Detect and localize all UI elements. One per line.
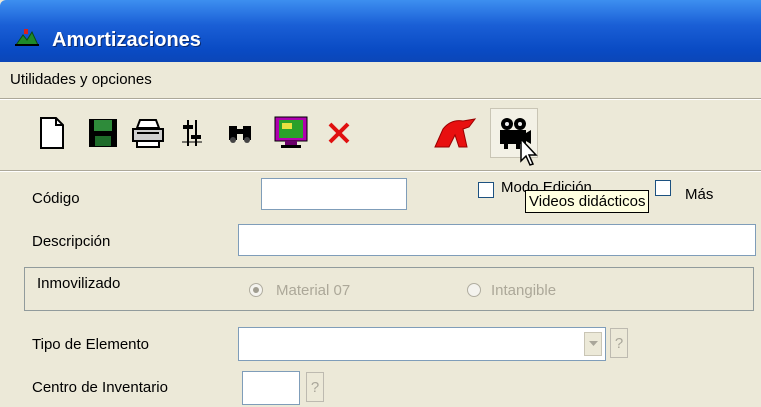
chevron-down-icon xyxy=(588,341,598,346)
codigo-input[interactable] xyxy=(261,178,407,210)
menu-bar: Utilidades y opciones xyxy=(0,62,761,98)
mas-label: Más xyxy=(685,186,714,203)
intangible-radio[interactable] xyxy=(467,283,481,297)
save-icon xyxy=(89,119,117,147)
menu-utilidades[interactable]: Utilidades y opciones xyxy=(10,71,152,88)
mouse-cursor-icon xyxy=(520,138,538,166)
combo-dropdown-button[interactable] xyxy=(584,332,602,356)
title-bar[interactable]: Amortizaciones xyxy=(0,0,761,62)
centro-inventario-help-button[interactable]: ? xyxy=(306,372,324,402)
tipo-elemento-label: Tipo de Elemento xyxy=(32,336,150,353)
videos-tooltip: Videos didácticos xyxy=(525,190,650,213)
inmovilizado-group: Inmovilizado Material 07 Intangible xyxy=(24,267,754,311)
delete-button[interactable] xyxy=(315,108,363,158)
codigo-label: Código xyxy=(32,190,80,207)
save-button[interactable] xyxy=(79,108,127,158)
monitor-preview-icon xyxy=(274,116,308,148)
print-icon xyxy=(132,119,164,148)
tipo-elemento-help-button[interactable]: ? xyxy=(610,328,628,358)
descripcion-label: Descripción xyxy=(32,233,111,250)
descripcion-input[interactable] xyxy=(238,224,756,256)
print-button[interactable] xyxy=(124,108,172,158)
inmovilizado-label: Inmovilizado xyxy=(37,275,121,292)
toolbar xyxy=(0,100,761,170)
centro-inventario-label: Centro de Inventario xyxy=(32,379,168,396)
app-icon xyxy=(15,29,39,46)
search-button[interactable] xyxy=(216,108,264,158)
window-title: Amortizaciones xyxy=(52,29,201,51)
material-radio[interactable] xyxy=(249,283,263,297)
mas-checkbox[interactable] xyxy=(655,180,671,196)
settings-button[interactable] xyxy=(168,108,216,158)
delete-x-icon xyxy=(328,122,350,144)
new-document-icon xyxy=(40,117,64,149)
binoculars-search-icon xyxy=(229,126,251,143)
preview-button[interactable] xyxy=(267,108,315,158)
material-label: Material 07 xyxy=(276,282,351,299)
intangible-label: Intangible xyxy=(491,282,557,299)
new-button[interactable] xyxy=(28,108,76,158)
modo-edicion-checkbox[interactable] xyxy=(478,182,494,198)
centro-inventario-input[interactable] xyxy=(242,371,300,405)
exit-button[interactable] xyxy=(431,108,479,158)
exit-icon xyxy=(434,118,477,148)
tipo-elemento-combo[interactable] xyxy=(238,327,606,361)
toolbar-divider xyxy=(0,170,761,172)
settings-sliders-icon xyxy=(182,120,202,146)
